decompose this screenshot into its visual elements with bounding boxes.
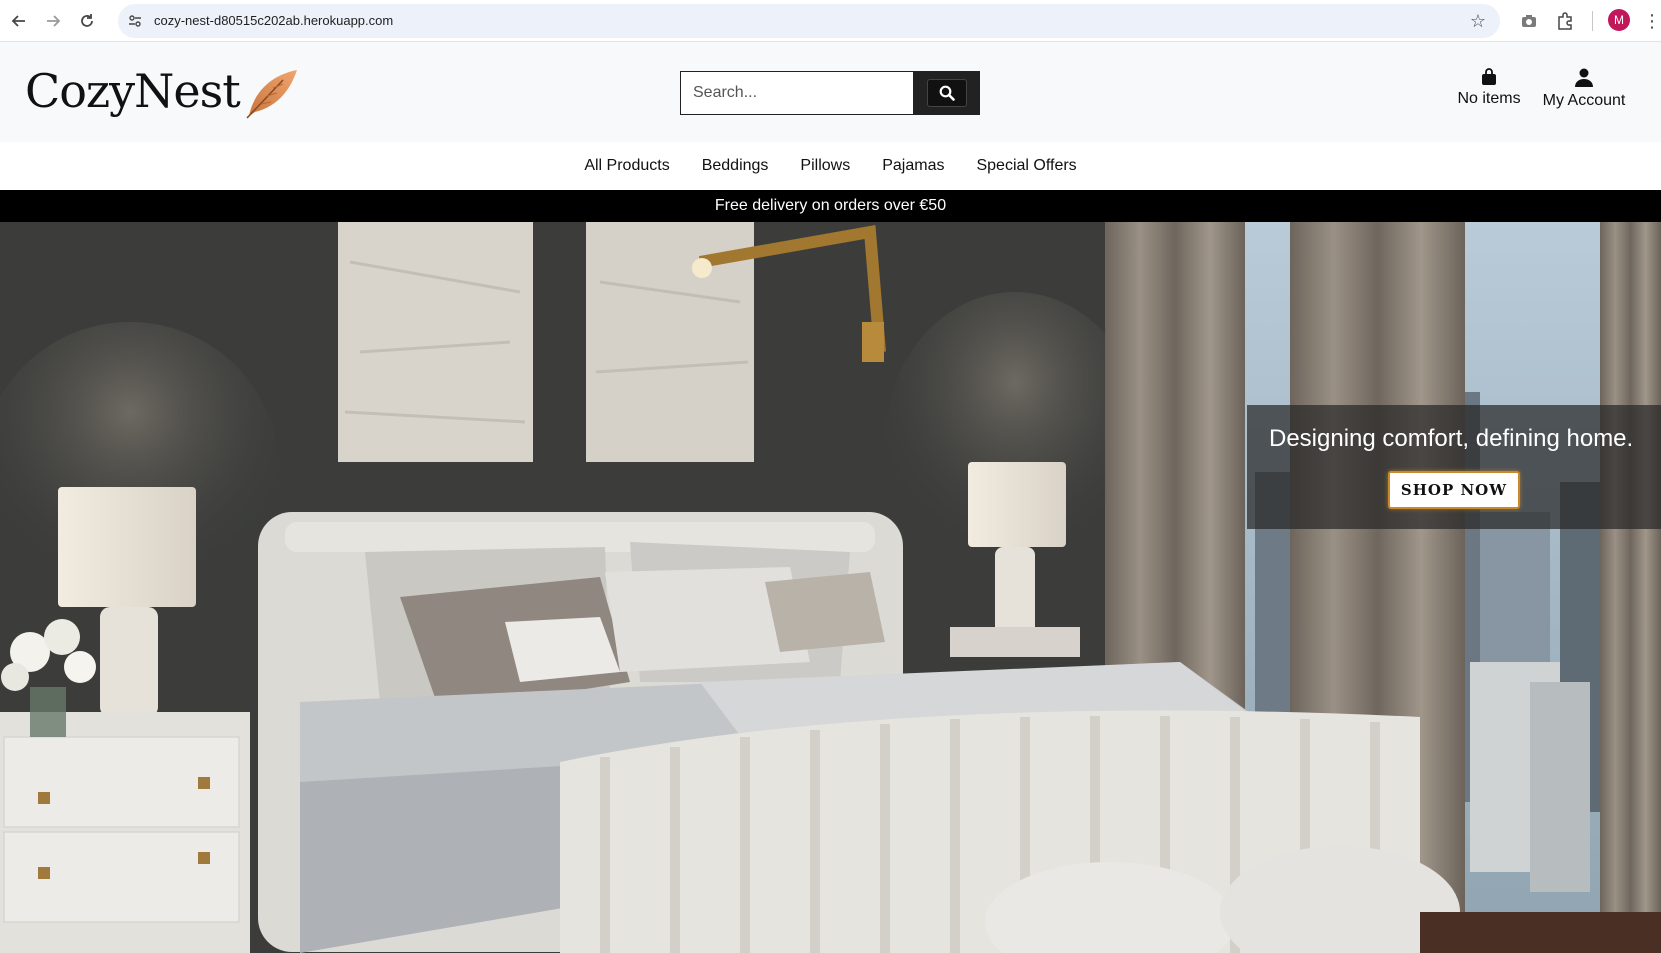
search-icon xyxy=(939,85,955,101)
nav-pajamas[interactable]: Pajamas xyxy=(882,157,944,175)
reload-icon[interactable] xyxy=(75,9,99,33)
site-logo[interactable]: CozyNest xyxy=(25,64,241,118)
toolbar-divider xyxy=(1592,11,1593,31)
main-nav: All Products Beddings Pillows Pajamas Sp… xyxy=(0,142,1661,190)
bookmark-star-icon[interactable]: ☆ xyxy=(1466,9,1490,33)
nav-pillows[interactable]: Pillows xyxy=(800,157,850,175)
forward-icon[interactable] xyxy=(41,9,65,33)
camera-icon[interactable] xyxy=(1517,9,1541,33)
hero-bedroom-image xyxy=(0,222,1661,953)
promo-text: Free delivery on orders over €50 xyxy=(714,197,947,214)
user-icon xyxy=(1575,68,1593,87)
search-form xyxy=(680,71,980,115)
promo-banner: Free delivery on orders over €50 xyxy=(0,190,1661,222)
hero-overlay: Designing comfort, defining home. SHOP N… xyxy=(1247,405,1661,529)
profile-avatar[interactable]: M xyxy=(1608,9,1630,31)
address-bar[interactable]: cozy-nest-d80515c202ab.herokuapp.com xyxy=(118,4,1500,38)
extensions-icon[interactable] xyxy=(1553,9,1577,33)
nav-special-offers[interactable]: Special Offers xyxy=(976,157,1076,175)
account-link[interactable]: My Account xyxy=(1538,68,1630,110)
cart-link[interactable]: No items xyxy=(1445,68,1533,108)
shopping-bag-icon xyxy=(1482,68,1496,85)
site-info-icon[interactable] xyxy=(126,12,144,30)
hero-section: Designing comfort, defining home. SHOP N… xyxy=(0,222,1661,953)
hero-tagline: Designing comfort, defining home. xyxy=(1269,425,1634,452)
url-text: cozy-nest-d80515c202ab.herokuapp.com xyxy=(154,13,394,28)
back-icon[interactable] xyxy=(7,9,31,33)
search-button[interactable] xyxy=(913,71,980,115)
nav-beddings[interactable]: Beddings xyxy=(702,157,769,175)
search-input[interactable] xyxy=(680,71,913,115)
shop-now-button[interactable]: SHOP NOW xyxy=(1388,471,1520,509)
feather-logo-icon xyxy=(246,70,297,119)
cart-label: No items xyxy=(1457,90,1521,107)
nav-all-products[interactable]: All Products xyxy=(584,157,669,175)
browser-toolbar: cozy-nest-d80515c202ab.herokuapp.com ☆ M… xyxy=(0,0,1661,42)
account-label: My Account xyxy=(1542,92,1626,109)
site-header: CozyNest No items My Account xyxy=(0,42,1661,142)
kebab-menu-icon[interactable]: ⋮ xyxy=(1640,9,1661,33)
